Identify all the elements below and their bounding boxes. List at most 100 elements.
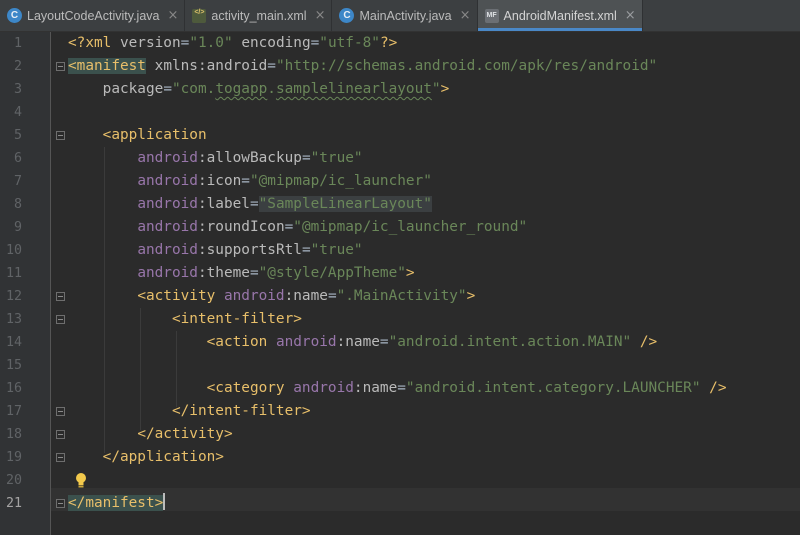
code-token: "android.intent.action.MAIN": [388, 334, 632, 350]
code-token: :theme: [197, 265, 250, 281]
lightbulb-icon[interactable]: [74, 472, 88, 490]
code-token: android: [137, 150, 198, 166]
line-number: 7: [13, 174, 22, 189]
code-token: <action: [206, 334, 276, 350]
line-number: 6: [13, 151, 22, 166]
fold-marker-icon[interactable]: [56, 292, 65, 301]
code-line: <category android:name="android.intent.c…: [68, 377, 727, 400]
code-token: =: [267, 58, 276, 74]
code-line: android:icon="@mipmap/ic_launcher": [68, 170, 432, 193]
code-line: <intent-filter>: [68, 308, 302, 331]
code-line: </application>: [68, 446, 224, 469]
code-token: :allowBackup: [197, 150, 302, 166]
code-token: =: [249, 265, 259, 281]
code-line: android:allowBackup="true": [68, 147, 363, 170]
line-number: 19: [5, 450, 22, 465]
code-token: =: [379, 334, 389, 350]
code-token: <intent-filter>: [171, 311, 302, 327]
tab-activity-main-xml[interactable]: </> activity_main.xml ×: [185, 0, 333, 31]
code-token: :name: [284, 288, 328, 304]
text-caret: [163, 493, 166, 510]
code-token: =: [180, 35, 190, 51]
fold-marker-icon[interactable]: [56, 62, 65, 71]
fold-marker-icon[interactable]: [56, 407, 65, 416]
tab-label: MainActivity.java: [359, 8, 452, 23]
code-token: =: [301, 150, 311, 166]
line-number: 21: [5, 496, 22, 511]
fold-marker-icon[interactable]: [56, 131, 65, 140]
tab-layoutcodeactivity[interactable]: C LayoutCodeActivity.java ×: [0, 0, 186, 31]
code-token: <?xml: [68, 35, 120, 51]
code-line: <action android:name="android.intent.act…: [68, 331, 658, 354]
code-token: samplelinearlayout: [275, 81, 432, 97]
code-token: "android.intent.category.LAUNCHER": [405, 380, 701, 396]
code-token: android: [275, 334, 337, 350]
java-class-icon: C: [7, 8, 22, 23]
code-token: android: [293, 380, 354, 396]
line-number: 8: [13, 197, 22, 212]
code-token: >: [405, 265, 415, 281]
code-token: "http://schemas.android.com/apk/res/andr…: [275, 58, 658, 74]
code-token: ".MainActivity": [336, 288, 467, 304]
line-number: 16: [5, 381, 22, 396]
tab-androidmanifest[interactable]: MF AndroidManifest.xml ×: [477, 0, 643, 31]
code-token: "com.: [171, 81, 216, 97]
code-token: =: [249, 196, 259, 212]
code-token: "@style/AppTheme": [258, 265, 406, 281]
line-number: 11: [5, 266, 22, 281]
manifest-file-icon: MF: [484, 8, 499, 23]
code-token: </manifest: [68, 495, 155, 511]
line-number: 10: [5, 243, 22, 258]
code-token: android: [137, 219, 198, 235]
code-token: xmlns:android: [154, 58, 268, 74]
line-number: 18: [5, 427, 22, 442]
code-token: =: [310, 35, 320, 51]
code-token: :supportsRtl: [197, 242, 302, 258]
line-number: 1: [13, 36, 22, 51]
fold-marker-icon[interactable]: [56, 315, 65, 324]
xml-file-icon: </>: [192, 8, 207, 23]
code-token: "1.0": [189, 35, 233, 51]
close-icon[interactable]: ×: [167, 8, 178, 23]
code-line: android:roundIcon="@mipmap/ic_launcher_r…: [68, 216, 527, 239]
close-icon[interactable]: ×: [460, 8, 471, 23]
line-number: 14: [5, 335, 22, 350]
code-token: :icon: [197, 173, 242, 189]
close-icon[interactable]: ×: [315, 8, 326, 23]
code-line: <activity android:name=".MainActivity">: [68, 285, 475, 308]
fold-marker-icon[interactable]: [56, 499, 65, 508]
gutter-divider: [50, 32, 51, 535]
code-token: android: [137, 196, 198, 212]
code-token: </intent-filter>: [171, 403, 311, 419]
code-token: >: [466, 288, 476, 304]
code-line: <?xml version="1.0" encoding="utf-8"?>: [68, 32, 397, 55]
tab-label: AndroidManifest.xml: [503, 8, 617, 23]
code-line: android:label="SampleLinearLayout": [68, 193, 432, 216]
fold-marker-icon[interactable]: [56, 430, 65, 439]
code-line: </manifest>: [68, 492, 166, 515]
code-token: togapp: [215, 81, 268, 97]
tab-mainactivity[interactable]: C MainActivity.java ×: [332, 0, 478, 31]
code-token: .: [267, 81, 276, 97]
code-token: =: [397, 380, 406, 396]
line-number: 5: [13, 128, 22, 143]
line-number: 9: [13, 220, 22, 235]
code-line: </intent-filter>: [68, 400, 311, 423]
code-token: "true": [310, 150, 363, 166]
fold-marker-icon[interactable]: [56, 453, 65, 462]
code-token: />: [700, 380, 727, 396]
close-icon[interactable]: ×: [625, 8, 636, 23]
code-token: android: [223, 288, 285, 304]
line-number: 13: [5, 312, 22, 327]
code-token: "utf-8": [319, 35, 380, 51]
